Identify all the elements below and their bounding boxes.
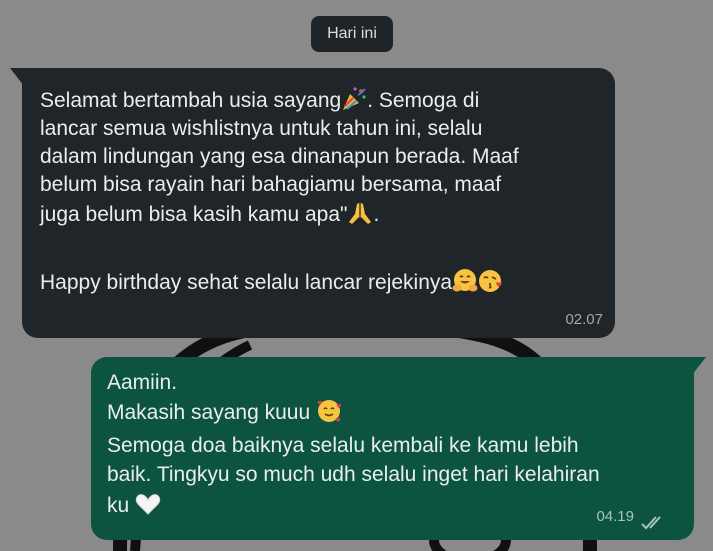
- outgoing-line-2: Makasih sayang kuuu: [107, 398, 342, 427]
- outgoing-text-segment: Makasih sayang kuuu: [107, 401, 311, 424]
- incoming-text-segment: .: [373, 203, 380, 226]
- incoming-text-segment: Selamat bertambah usia sayang: [40, 89, 342, 112]
- incoming-message-time: 02.07: [565, 311, 603, 328]
- folded-hands-icon: [349, 203, 372, 224]
- smiling-face-with-hearts-icon: [317, 400, 342, 422]
- date-separator-chip: Hari ini: [311, 16, 393, 52]
- white-heart-icon: [135, 494, 161, 515]
- outgoing-message-bubble[interactable]: Aamiin. Makasih sayang kuuu Semoga doa b…: [91, 357, 706, 540]
- outgoing-line-1: Aamiin.: [107, 371, 178, 394]
- outgoing-line-3: Semoga doa baiknya selalu kembali ke kam…: [107, 434, 579, 457]
- outgoing-line-4: baik. Tingkyu so much udh selalu inget h…: [107, 463, 600, 486]
- outgoing-line-5: ku: [107, 491, 161, 520]
- incoming-message-bubble[interactable]: Selamat bertambah usia sayang . Semoga d…: [10, 68, 615, 338]
- incoming-text-segment: juga belum bisa kasih kamu apa": [40, 203, 348, 226]
- outgoing-message-time: 04.19: [596, 508, 634, 525]
- party-popper-icon: [343, 87, 366, 110]
- incoming-line-6: Happy birthday sehat selalu lancar rejek…: [40, 268, 504, 297]
- outgoing-text-segment: ku: [107, 494, 130, 517]
- incoming-line-1: Selamat bertambah usia sayang . Semoga d…: [40, 86, 479, 115]
- hugging-face-icon: [452, 269, 478, 292]
- incoming-line-4: belum bisa rayain hari bahagiamu bersama…: [40, 173, 502, 196]
- incoming-bubble-tail: [10, 68, 24, 86]
- incoming-text-segment: Happy birthday sehat selalu lancar rejek…: [40, 271, 453, 294]
- incoming-line-3: dalam lindungan yang esa dinanapun berad…: [40, 145, 519, 168]
- incoming-line-2: lancar semua wishlistnya untuk tahun ini…: [40, 117, 483, 140]
- double-check-icon: [641, 516, 661, 530]
- face-blowing-kiss-icon: [479, 270, 502, 292]
- outgoing-bubble-tail: [692, 357, 706, 375]
- incoming-line-5: juga belum bisa kasih kamu apa" .: [40, 200, 379, 229]
- incoming-text-segment: . Semoga di: [367, 89, 480, 112]
